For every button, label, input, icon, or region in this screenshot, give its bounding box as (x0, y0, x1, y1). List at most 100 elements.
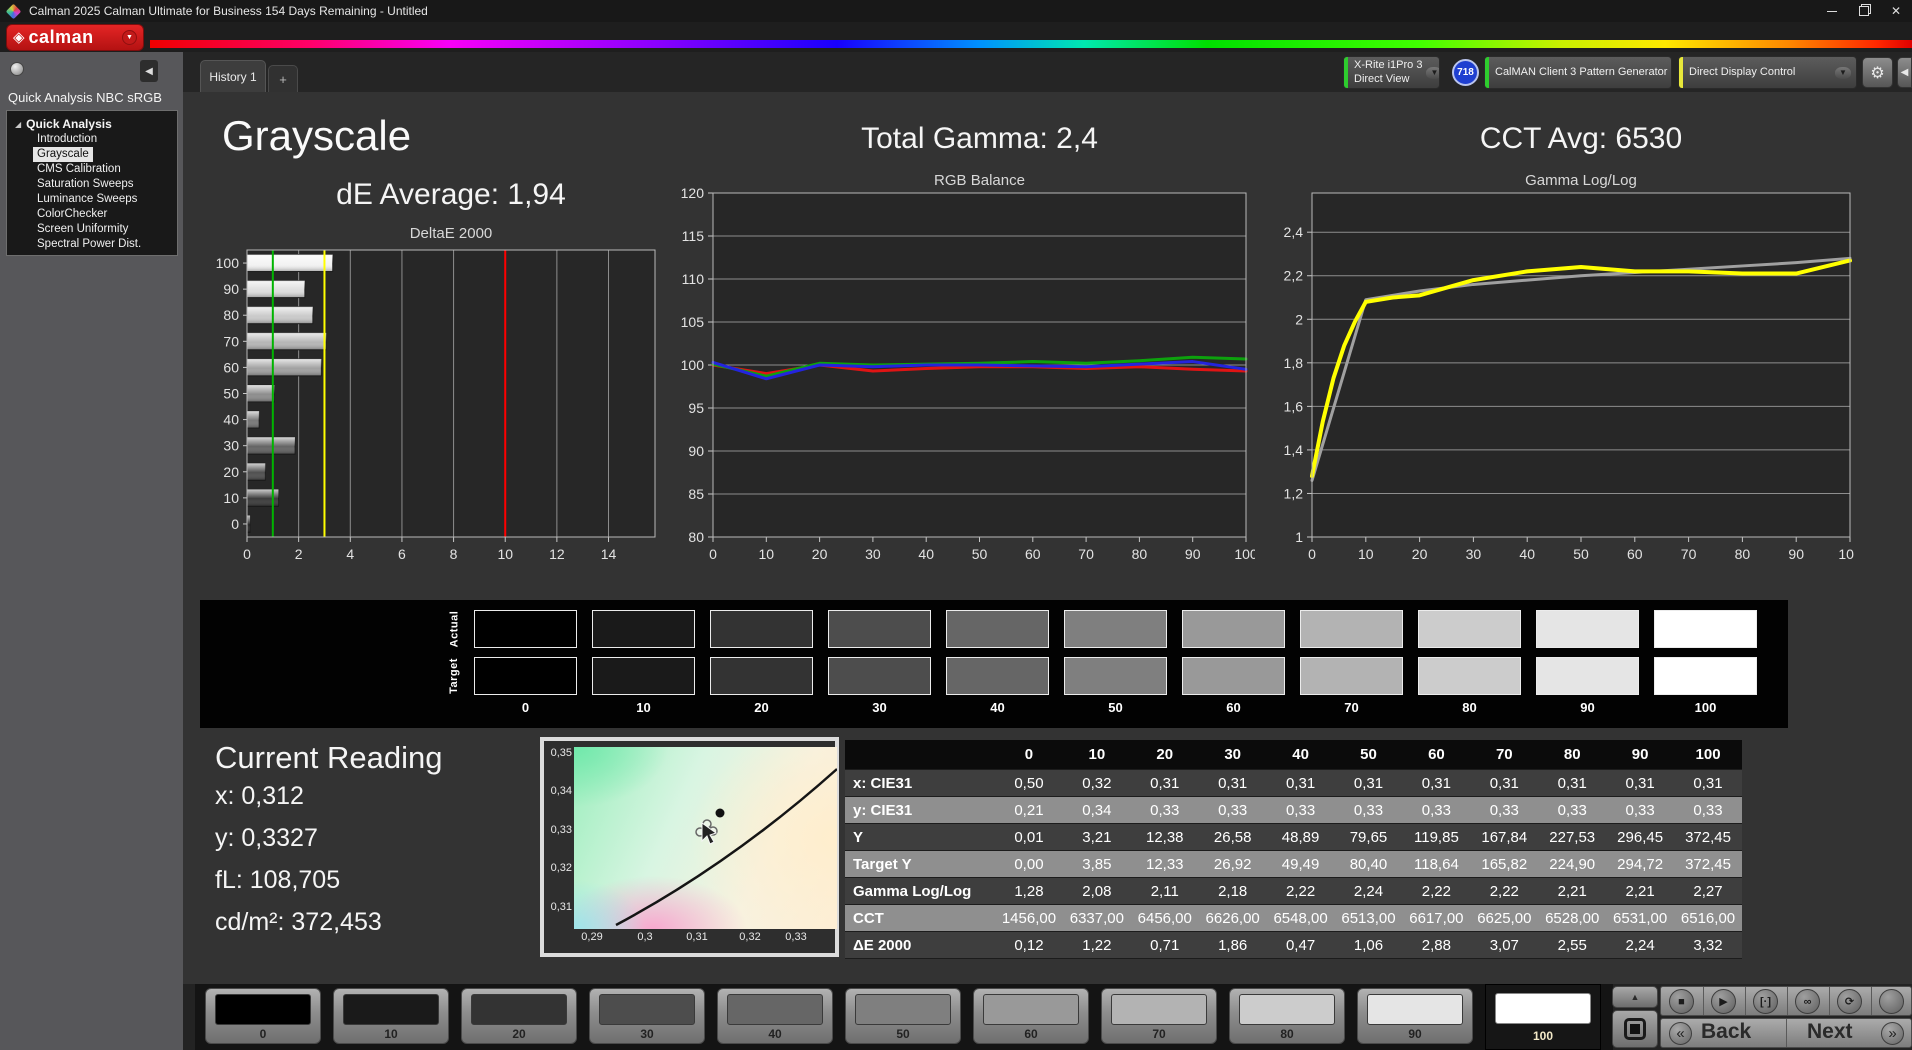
svg-text:1,2: 1,2 (1284, 485, 1304, 501)
refresh-button[interactable]: ⟳ (1837, 989, 1862, 1014)
settings-gear-button[interactable]: ⚙ (1862, 57, 1893, 88)
table-value-cell: 6531,00 (1606, 905, 1674, 932)
svg-text:50: 50 (1573, 546, 1589, 562)
display-control-dropdown[interactable]: Direct Display Control ▼ (1678, 56, 1857, 89)
table-value-cell: 1,06 (1335, 932, 1403, 959)
table-value-cell: 0,47 (1267, 932, 1335, 959)
table-value-cell: 2,18 (1199, 878, 1267, 905)
window-controls (1816, 0, 1912, 22)
svg-text:40: 40 (1519, 546, 1535, 562)
next-chevron-icon[interactable]: » (1881, 1022, 1904, 1045)
meter-label: X-Rite i1Pro 3Direct View (1348, 59, 1426, 87)
workflow-bullet-icon[interactable] (10, 62, 24, 76)
table-value-cell: 0,31 (1606, 770, 1674, 797)
table-value-cell: 12,33 (1131, 851, 1199, 878)
svg-text:40: 40 (223, 412, 239, 428)
back-button[interactable]: Back (1701, 1020, 1751, 1044)
table-value-cell: 49,49 (1267, 851, 1335, 878)
de-average-heading: dE Average: 1,94 (247, 178, 655, 212)
bottom-bar: 0102030405060708090100 ▲ ■▶[·]∞⟳ « Back … (183, 984, 1912, 1050)
svg-text:20: 20 (1412, 546, 1428, 562)
cct-avg-heading: CCT Avg: 6530 (1312, 122, 1850, 156)
sidebar-item-screen-uniformity[interactable]: Screen Uniformity (7, 222, 177, 237)
table-row-label: Y (845, 824, 995, 851)
rgb-balance-line-chart: 1201151101051009590858001020304050607080… (655, 186, 1255, 566)
sidebar-collapse-button[interactable]: ◀ (140, 60, 158, 82)
svg-text:20: 20 (223, 464, 239, 480)
sidebar-item-luminance-sweeps[interactable]: Luminance Sweeps (7, 192, 177, 207)
meter-dropdown[interactable]: X-Rite i1Pro 3Direct View ▼ (1343, 56, 1440, 89)
stop-button[interactable]: ■ (1669, 989, 1694, 1014)
actual-swatch-40 (946, 610, 1049, 648)
strip-level-label: 90 (1536, 700, 1639, 715)
table-value-cell: 6516,00 (1674, 905, 1742, 932)
level-button-70[interactable]: 70 (1101, 988, 1217, 1044)
tree-root-quick-analysis[interactable]: ◢ Quick Analysis (7, 116, 177, 132)
table-header-cell: 80 (1538, 740, 1606, 770)
table-value-cell: 2,11 (1131, 878, 1199, 905)
panel-collapse-button[interactable]: ◀ (1897, 57, 1912, 88)
infinity-button[interactable]: ∞ (1795, 989, 1820, 1014)
total-gamma-heading: Total Gamma: 2,4 (713, 122, 1246, 156)
level-up-button[interactable]: ▲ (1612, 986, 1658, 1008)
level-button-60[interactable]: 60 (973, 988, 1089, 1044)
table-value-cell: 118,64 (1402, 851, 1470, 878)
level-swatch (983, 994, 1079, 1025)
level-button-50[interactable]: 50 (845, 988, 961, 1044)
strip-row-label-actual: Actual (446, 610, 462, 648)
actual-swatch-60 (1182, 610, 1285, 648)
table-value-cell: 0,31 (1674, 770, 1742, 797)
level-button-80[interactable]: 80 (1229, 988, 1345, 1044)
window-pattern-button[interactable] (1612, 1010, 1658, 1048)
level-button-30[interactable]: 30 (589, 988, 705, 1044)
svg-text:80: 80 (223, 307, 239, 323)
level-button-0[interactable]: 0 (205, 988, 321, 1044)
sidebar-item-introduction[interactable]: Introduction (7, 132, 177, 147)
pattern-generator-dropdown[interactable]: CalMAN Client 3 Pattern Generator ▼ (1484, 56, 1672, 89)
level-label: 30 (590, 1027, 704, 1041)
sidebar-item-spectral-power-dist[interactable]: Spectral Power Dist. (7, 237, 177, 252)
table-value-cell: 0,31 (1470, 770, 1538, 797)
logo-menu-caret-icon[interactable]: ▼ (122, 30, 137, 45)
next-button[interactable]: Next (1807, 1020, 1853, 1044)
svg-text:12: 12 (549, 546, 565, 562)
table-header-cell: 10 (1063, 740, 1131, 770)
back-chevron-icon[interactable]: « (1669, 1022, 1692, 1045)
close-button[interactable] (1880, 0, 1912, 22)
play-button[interactable]: ▶ (1711, 989, 1736, 1014)
table-value-cell: 0,31 (1131, 770, 1199, 797)
tree-expand-icon[interactable]: ◢ (15, 120, 21, 129)
add-tab-button[interactable]: + (268, 65, 298, 92)
square-pattern-icon (1624, 1018, 1646, 1040)
calman-logo-button[interactable]: ◈ calman ▼ (6, 24, 144, 51)
level-button-90[interactable]: 90 (1357, 988, 1473, 1044)
workflow-tree: ◢ Quick Analysis IntroductionGrayscaleCM… (6, 110, 178, 256)
actual-swatch-80 (1418, 610, 1521, 648)
level-label: 60 (974, 1027, 1088, 1041)
svg-text:14: 14 (601, 546, 617, 562)
level-button-20[interactable]: 20 (461, 988, 577, 1044)
table-header-cell: 100 (1674, 740, 1742, 770)
target-swatch-90 (1536, 657, 1639, 695)
tab-history-1[interactable]: History 1 (200, 60, 266, 92)
sidebar-item-cms-calibration[interactable]: CMS Calibration (7, 162, 177, 177)
minimize-button[interactable] (1816, 0, 1848, 22)
actual-swatch-20 (710, 610, 813, 648)
sidebar-item-grayscale[interactable]: Grayscale (33, 147, 93, 162)
table-value-cell: 0,01 (995, 824, 1063, 851)
level-button-40[interactable]: 40 (717, 988, 833, 1044)
svg-text:90: 90 (688, 443, 704, 459)
sidebar-item-saturation-sweeps[interactable]: Saturation Sweeps (7, 177, 177, 192)
table-row-label: ΔE 2000 (845, 932, 995, 959)
table-value-cell: 294,72 (1606, 851, 1674, 878)
svg-text:50: 50 (972, 546, 988, 562)
restore-button[interactable] (1848, 0, 1880, 22)
cie-x-tick: 0,31 (677, 931, 717, 943)
svg-text:30: 30 (223, 438, 239, 454)
sidebar-item-colorchecker[interactable]: ColorChecker (7, 207, 177, 222)
deltae-chart-title: DeltaE 2000 (247, 225, 655, 242)
level-button-10[interactable]: 10 (333, 988, 449, 1044)
reading-fl: fL: 108,705 (215, 866, 340, 895)
pattern-window-button[interactable]: [·] (1753, 989, 1778, 1014)
level-button-100[interactable]: 100 (1485, 984, 1601, 1050)
